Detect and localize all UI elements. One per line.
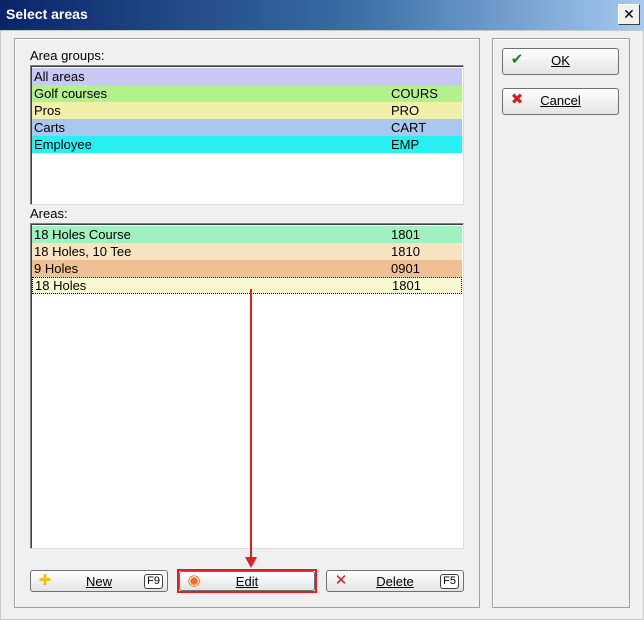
area-group-name: Employee: [34, 137, 92, 152]
right-panel: [492, 38, 630, 608]
area-row[interactable]: 9 Holes 0901: [32, 260, 462, 277]
new-shortcut-key: F9: [144, 574, 163, 589]
edit-highlight-box: [177, 569, 317, 593]
close-button[interactable]: ✕: [618, 4, 640, 25]
area-group-row[interactable]: Pros PRO: [32, 102, 462, 119]
area-group-name: All areas: [34, 69, 85, 84]
close-icon: ✕: [623, 6, 635, 22]
area-group-code: CART: [391, 120, 427, 135]
area-groups-list[interactable]: All areas Golf courses COURS Pros PRO Cart…: [30, 65, 464, 205]
cancel-button-label: Cancel: [540, 93, 581, 108]
area-row[interactable]: 18 Holes Course 1801: [32, 226, 462, 243]
area-group-name: Pros: [34, 103, 61, 118]
area-group-row[interactable]: Golf courses COURS: [32, 85, 462, 102]
annotation-arrow-head: [245, 557, 257, 568]
area-name: 9 Holes: [34, 261, 79, 276]
area-groups-label: Area groups:: [30, 48, 105, 63]
area-name: 18 Holes, 10 Tee: [34, 244, 132, 259]
area-group-code: COURS: [391, 86, 438, 101]
area-group-row[interactable]: All areas: [32, 68, 462, 85]
ok-button-label: OK: [551, 53, 570, 68]
annotation-arrow-line: [250, 289, 252, 559]
area-group-row[interactable]: Employee EMP: [32, 136, 462, 153]
title-bar[interactable]: Select areas ✕: [0, 0, 644, 30]
area-group-code: PRO: [391, 103, 420, 118]
delete-shortcut-key: F5: [440, 574, 459, 589]
area-code: 1801: [391, 227, 420, 242]
area-name: 18 Holes Course: [34, 227, 131, 242]
area-group-code: EMP: [391, 137, 420, 152]
area-row-selected[interactable]: 18 Holes 1801: [32, 277, 462, 294]
area-code: 1801: [392, 278, 421, 293]
area-group-name: Golf courses: [34, 86, 107, 101]
window-title: Select areas: [6, 6, 88, 22]
area-code: 1810: [391, 244, 420, 259]
areas-label: Areas:: [30, 206, 68, 221]
area-group-name: Carts: [34, 120, 66, 135]
areas-list[interactable]: 18 Holes Course 1801 18 Holes, 10 Tee 1810…: [30, 223, 464, 549]
cancel-button[interactable]: ✖ Cancel: [502, 88, 619, 115]
ok-button[interactable]: ✔ OK: [502, 48, 619, 75]
delete-button[interactable]: ✕ Delete F5: [326, 570, 464, 592]
area-group-row[interactable]: Carts CART: [32, 119, 462, 136]
new-button[interactable]: ✚ New F9: [30, 570, 168, 592]
area-name: 18 Holes: [35, 278, 87, 293]
area-row[interactable]: 18 Holes, 10 Tee 1810: [32, 243, 462, 260]
area-code: 0901: [391, 261, 420, 276]
